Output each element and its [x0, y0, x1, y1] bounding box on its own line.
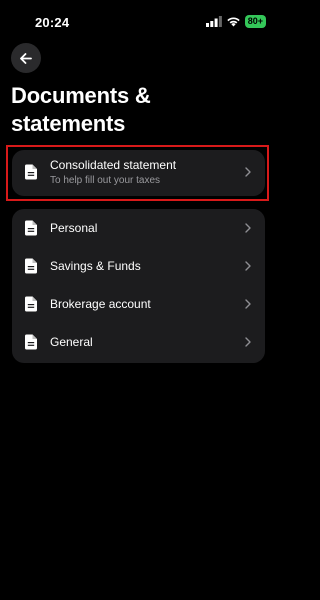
chevron-right-icon — [245, 261, 251, 271]
document-icon — [25, 296, 37, 312]
row-label: Savings & Funds — [50, 258, 141, 273]
list-item-brokerage-account[interactable]: Brokerage account — [12, 285, 265, 323]
document-icon — [25, 220, 37, 236]
list-item-personal[interactable]: Personal — [12, 209, 265, 247]
chevron-right-icon — [245, 223, 251, 233]
wifi-icon — [227, 17, 240, 27]
row-label: General — [50, 334, 93, 349]
document-icon — [25, 164, 37, 180]
list-item-savings-funds[interactable]: Savings & Funds — [12, 247, 265, 285]
document-icon — [25, 258, 37, 274]
consolidated-statement-row[interactable]: Consolidated statement To help fill out … — [12, 150, 265, 194]
chevron-right-icon — [245, 167, 251, 177]
chevron-right-icon — [245, 299, 251, 309]
arrow-left-icon — [20, 52, 32, 64]
battery-icon: 80+ — [244, 15, 266, 28]
row-subtitle: To help fill out your taxes — [50, 174, 161, 186]
status-time: 20:24 — [35, 15, 70, 30]
row-label: Brokerage account — [50, 296, 151, 311]
row-label: Consolidated statement — [50, 157, 177, 172]
signal-icon — [205, 16, 222, 27]
page-title: Documents & statements — [11, 83, 151, 136]
document-icon — [25, 334, 37, 350]
list-item-general[interactable]: General — [12, 323, 265, 361]
documents-list-card: Personal Savings & Funds Brokerage accou… — [12, 209, 265, 363]
chevron-right-icon — [245, 337, 251, 347]
consolidated-statement-card[interactable]: Consolidated statement To help fill out … — [12, 150, 265, 196]
row-label: Personal — [50, 220, 98, 235]
row-text: Consolidated statement To help fill out … — [50, 158, 235, 187]
back-button[interactable] — [11, 43, 41, 73]
status-icons: 80+ — [205, 15, 266, 28]
status-bar: 20:24 80+ — [0, 0, 276, 40]
